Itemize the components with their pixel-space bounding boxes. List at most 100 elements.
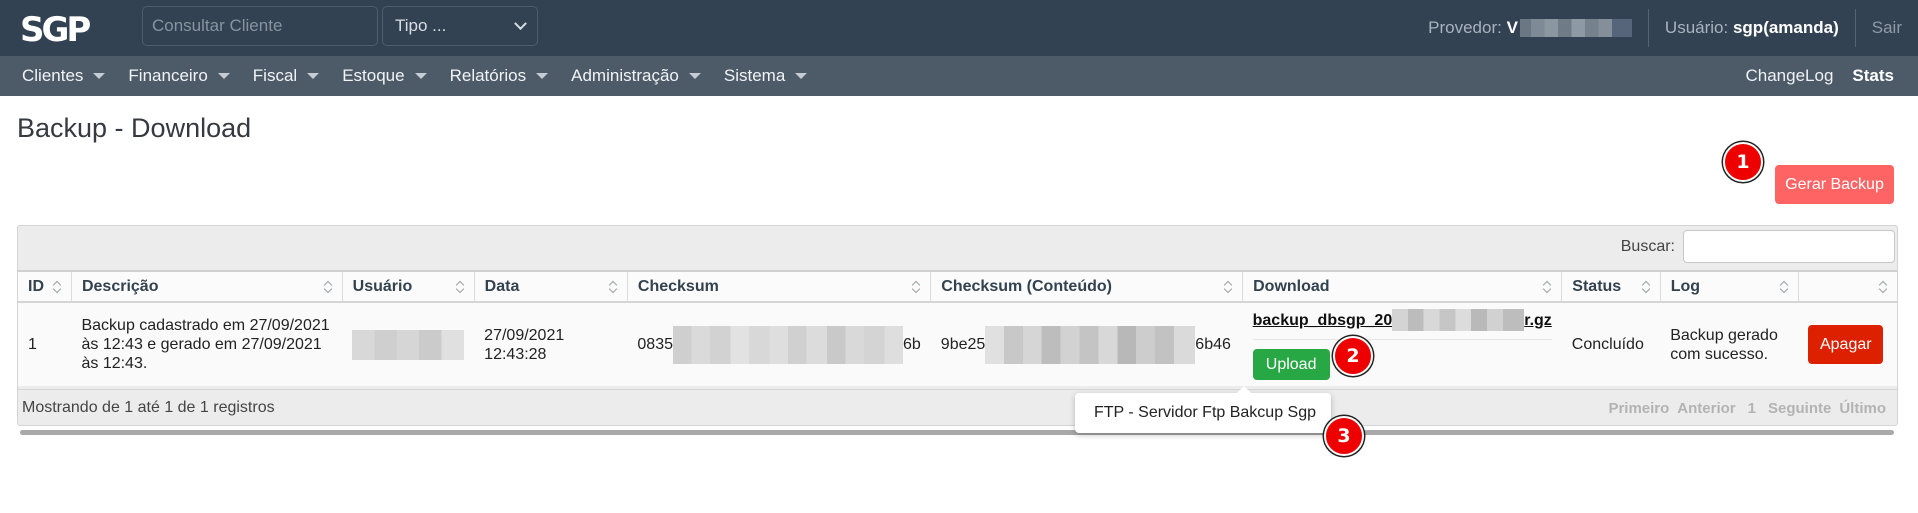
col-checksum[interactable]: Checksum (627, 271, 932, 303)
nav-label: Fiscal (252, 66, 298, 85)
nav-label: Financeiro (128, 66, 208, 85)
backup-download-link[interactable]: backup_dbsgp_20 r.gz (1252, 309, 1552, 340)
nav-estoque[interactable]: Estoque (331, 56, 438, 96)
usuario-redacted (352, 329, 465, 360)
table-footer: Mostrando de 1 até 1 de 1 registros Prim… (18, 389, 1897, 426)
annotation-marker-1: 1 (1723, 142, 1763, 182)
table-row: 1 Backup cadastrado em 27/09/2021 às 12:… (18, 302, 1897, 386)
cell-log: Backup gerado com sucesso. (1670, 326, 1778, 363)
nav-label: Clientes (22, 66, 84, 85)
cell-checksum: 0835 6b (627, 302, 930, 386)
horizontal-scrollbar[interactable] (20, 430, 1894, 435)
col-log[interactable]: Log (1660, 271, 1799, 303)
nav-label: Relatórios (449, 66, 527, 85)
sort-icon (53, 280, 62, 294)
col-checksum-conteudo[interactable]: Checksum (Conteúdo) (930, 271, 1244, 303)
chevron-down-icon (514, 16, 527, 30)
sort-icon (1224, 280, 1233, 294)
checksum-end: 6b (903, 335, 921, 353)
table-search-label: Buscar: (1620, 237, 1675, 255)
delete-button[interactable]: Apagar (1808, 325, 1884, 364)
backup-table: ID Descrição Usuário Data Checksum Check… (18, 270, 1897, 386)
tipo-select[interactable]: Tipo ... (382, 6, 538, 46)
generate-backup-button[interactable]: Gerar Backup (1775, 165, 1894, 204)
main-nav: Clientes Financeiro Fiscal Estoque Relat… (0, 56, 1918, 96)
download-name-start: backup_dbsgp_20 (1252, 311, 1393, 329)
checksum-redacted (673, 325, 903, 364)
stats-link[interactable]: Stats (1852, 66, 1894, 86)
col-actions[interactable] (1798, 271, 1897, 303)
table-search-input[interactable] (1683, 230, 1895, 263)
pagination: Primeiro Anterior 1 Seguinte Último (1604, 400, 1890, 417)
cell-descricao: Backup cadastrado em 27/09/2021 às 12:43… (81, 317, 330, 372)
table-header-row: ID Descrição Usuário Data Checksum Check… (18, 271, 1897, 303)
sort-icon (1543, 280, 1552, 294)
sort-icon (324, 280, 333, 294)
col-label: Checksum (637, 277, 719, 295)
backup-table-wrapper: Buscar: ID Descrição Usuário Data Checks… (17, 225, 1898, 426)
nav-fiscal[interactable]: Fiscal (242, 56, 331, 96)
nav-financeiro[interactable]: Financeiro (117, 56, 241, 96)
tipo-select-value: Tipo ... (395, 16, 447, 35)
annotation-marker-3: 3 (1324, 416, 1364, 456)
nav-sistema[interactable]: Sistema (713, 56, 819, 96)
top-header: SGP Tipo ... Provedor: V Usuário: sgp(am… (0, 0, 1918, 56)
col-id[interactable]: ID (18, 271, 72, 303)
sort-icon (609, 280, 618, 294)
time-text: 12:43:28 (484, 345, 547, 363)
sort-icon (456, 280, 465, 294)
page-title: Backup - Download (17, 113, 252, 143)
cell-download: backup_dbsgp_20 r.gz Upload (1243, 302, 1562, 386)
caret-down-icon (795, 73, 808, 79)
col-descricao[interactable]: Descrição (71, 271, 343, 303)
pager-next[interactable]: Seguinte (1764, 400, 1835, 417)
sort-icon (1879, 280, 1888, 294)
provider-value: V (1506, 18, 1518, 37)
checksum-start: 0835 (637, 335, 673, 353)
nav-label: Sistema (723, 66, 786, 85)
pager-previous[interactable]: Anterior (1673, 400, 1739, 417)
download-name-end: r.gz (1524, 311, 1552, 329)
checksum-conteudo-start: 9be25 (940, 335, 986, 353)
caret-down-icon (536, 73, 549, 79)
col-status[interactable]: Status (1561, 271, 1661, 303)
nav-clientes[interactable]: Clientes (0, 56, 117, 96)
pager-last[interactable]: Último (1835, 400, 1890, 417)
user-label: Usuário: (1664, 18, 1729, 37)
col-label: Download (1253, 277, 1330, 295)
caret-down-icon (414, 73, 427, 79)
pager-page-1[interactable]: 1 (1740, 400, 1764, 417)
nav-relatorios[interactable]: Relatórios (439, 56, 561, 96)
col-usuario[interactable]: Usuário (342, 271, 475, 303)
pager-first[interactable]: Primeiro (1604, 400, 1673, 417)
sort-icon (1642, 280, 1651, 294)
user-value: sgp(amanda) (1732, 18, 1839, 37)
checksum-conteudo-end: 6b46 (1195, 335, 1231, 353)
user-info: Usuário: sgp(amanda) (1649, 8, 1855, 48)
cell-checksum-conteudo: 9be25 6b46 (931, 302, 1243, 386)
caret-down-icon (93, 73, 106, 79)
col-label: Descrição (81, 277, 159, 295)
logout-link[interactable]: Sair (1856, 8, 1918, 48)
upload-button[interactable]: Upload (1252, 349, 1330, 380)
upload-destination-option[interactable]: FTP - Servidor Ftp Bakcup Sgp (1075, 386, 1331, 433)
table-search: Buscar: (1621, 230, 1895, 263)
col-label: Checksum (Conteúdo) (941, 277, 1112, 295)
annotation-marker-2: 2 (1333, 336, 1373, 376)
table-info: Mostrando de 1 até 1 de 1 registros (22, 399, 275, 416)
download-name-redacted (1392, 309, 1525, 331)
col-download[interactable]: Download (1242, 271, 1563, 303)
nav-administracao[interactable]: Administração (560, 56, 713, 96)
changelog-link[interactable]: ChangeLog (1746, 66, 1834, 86)
cell-id: 1 (28, 336, 37, 353)
col-data[interactable]: Data (474, 271, 628, 303)
client-search-input[interactable] (142, 6, 378, 46)
col-label: Status (1572, 277, 1622, 295)
provider-info: Provedor: V (1412, 8, 1648, 48)
caret-down-icon (307, 73, 320, 79)
col-label: Log (1670, 277, 1701, 295)
sgp-logo[interactable]: SGP (20, 10, 104, 46)
cell-actions: Apagar (1798, 302, 1897, 386)
sort-icon (1780, 280, 1789, 294)
nav-label: Estoque (342, 66, 405, 85)
